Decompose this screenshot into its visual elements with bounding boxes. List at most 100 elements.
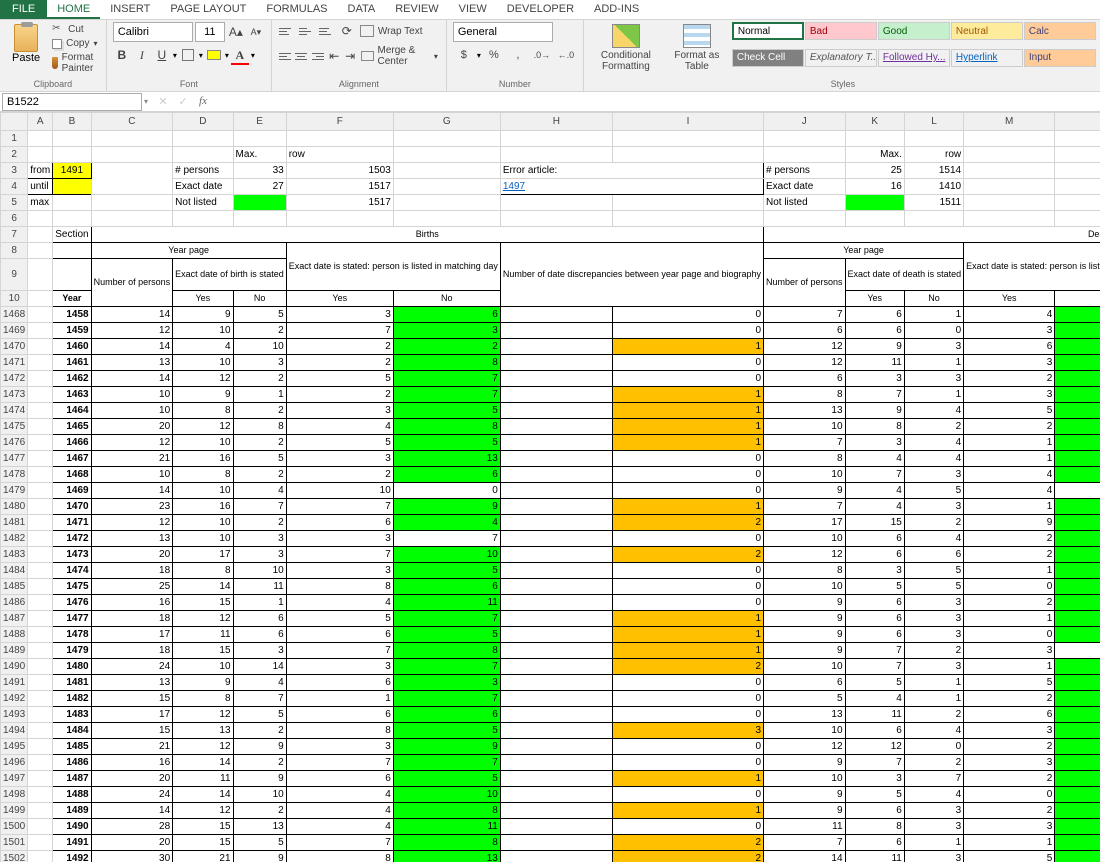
cell[interactable]: 10 xyxy=(764,579,846,595)
cell[interactable]: 0 xyxy=(612,451,763,467)
col-header-F[interactable]: F xyxy=(286,113,393,131)
cell[interactable] xyxy=(500,339,612,355)
col-header-K[interactable]: K xyxy=(845,113,904,131)
decrease-font-icon[interactable]: A▾ xyxy=(247,23,265,41)
cell[interactable]: Exact date is stated: person is listed i… xyxy=(286,243,500,291)
cell[interactable]: 3 xyxy=(233,355,286,371)
cell[interactable]: 1 xyxy=(904,675,963,691)
cell[interactable] xyxy=(28,659,53,675)
cell[interactable]: 4 xyxy=(1055,531,1100,547)
cell[interactable]: 1490 xyxy=(53,819,91,835)
cell[interactable] xyxy=(500,787,612,803)
cell[interactable]: 21 xyxy=(91,451,173,467)
cell[interactable]: 8 xyxy=(173,563,233,579)
cell[interactable] xyxy=(500,803,612,819)
row-header[interactable]: 1470 xyxy=(1,339,28,355)
style-explanatory[interactable]: Explanatory T... xyxy=(805,49,877,67)
cell[interactable]: 7 xyxy=(764,307,846,323)
ribbon-tab-file[interactable]: FILE xyxy=(0,0,47,19)
cell[interactable]: 10 xyxy=(1055,739,1100,755)
cell[interactable]: 1 xyxy=(612,771,763,787)
cell[interactable]: 3 xyxy=(393,675,500,691)
cell[interactable] xyxy=(845,131,904,147)
cell[interactable]: 5 xyxy=(1055,707,1100,723)
row-header[interactable]: 1469 xyxy=(1,323,28,339)
ribbon-tab-formulas[interactable]: FORMULAS xyxy=(256,0,337,19)
cell[interactable]: 9 xyxy=(764,755,846,771)
cell[interactable]: 1 xyxy=(612,499,763,515)
cell[interactable] xyxy=(28,563,53,579)
format-as-table-button[interactable]: Format as Table xyxy=(666,22,728,74)
cell[interactable] xyxy=(28,547,53,563)
cell[interactable] xyxy=(28,515,53,531)
cell[interactable]: 10 xyxy=(286,483,393,499)
cell[interactable]: 0 xyxy=(612,595,763,611)
cell[interactable]: 3 xyxy=(964,643,1055,659)
cell[interactable]: 14 xyxy=(233,659,286,675)
cell[interactable]: 8 xyxy=(764,563,846,579)
cell[interactable]: 27 xyxy=(233,179,286,195)
ribbon-tab-insert[interactable]: INSERT xyxy=(100,0,160,19)
cell[interactable]: 5 xyxy=(964,675,1055,691)
cell[interactable]: 15 xyxy=(91,691,173,707)
ribbon-tab-data[interactable]: DATA xyxy=(338,0,386,19)
cell[interactable]: 6 xyxy=(393,307,500,323)
cell[interactable]: 3 xyxy=(286,563,393,579)
cell[interactable] xyxy=(764,147,846,163)
cell[interactable]: 3 xyxy=(904,339,963,355)
cell[interactable] xyxy=(28,387,53,403)
cell[interactable]: 2 xyxy=(233,515,286,531)
cell[interactable] xyxy=(28,467,53,483)
copy-button[interactable]: Copy▾ xyxy=(50,37,100,50)
cell[interactable]: 13 xyxy=(233,819,286,835)
cell[interactable]: 4 xyxy=(286,819,393,835)
cell[interactable]: 2 xyxy=(1055,307,1100,323)
cell[interactable]: 0 xyxy=(612,691,763,707)
cell[interactable]: 5 xyxy=(764,691,846,707)
cell[interactable]: 0 xyxy=(612,755,763,771)
cell[interactable]: 0 xyxy=(612,707,763,723)
cell[interactable]: 1459 xyxy=(53,323,91,339)
cell[interactable]: 24 xyxy=(91,659,173,675)
cell[interactable]: 8 xyxy=(286,851,393,863)
cell[interactable]: 2 xyxy=(233,323,286,339)
cell[interactable]: Yes xyxy=(845,291,904,307)
cell[interactable]: 3 xyxy=(904,851,963,863)
cell[interactable]: 3 xyxy=(233,547,286,563)
cell[interactable]: 4 xyxy=(964,467,1055,483)
cell[interactable] xyxy=(173,131,233,147)
cell[interactable] xyxy=(845,195,904,211)
cell[interactable] xyxy=(28,707,53,723)
row-header[interactable]: 1485 xyxy=(1,579,28,595)
cell[interactable] xyxy=(500,195,612,211)
cell[interactable] xyxy=(500,611,612,627)
align-middle-button[interactable] xyxy=(298,23,316,39)
cell[interactable]: 1 xyxy=(964,435,1055,451)
cell[interactable]: 10 xyxy=(233,787,286,803)
cell[interactable]: 5 xyxy=(233,451,286,467)
cell[interactable] xyxy=(500,131,612,147)
cell[interactable]: 10 xyxy=(764,531,846,547)
cell[interactable] xyxy=(500,467,612,483)
row-header[interactable]: 1471 xyxy=(1,355,28,371)
style-input[interactable]: Input xyxy=(1024,49,1096,67)
cell[interactable]: Not listed xyxy=(764,195,846,211)
cell[interactable]: 1 xyxy=(612,339,763,355)
cell[interactable] xyxy=(28,339,53,355)
cell[interactable]: 8 xyxy=(233,419,286,435)
cell[interactable] xyxy=(904,211,963,227)
cell[interactable] xyxy=(28,771,53,787)
cell[interactable] xyxy=(500,483,612,499)
border-button[interactable] xyxy=(179,46,197,64)
cell[interactable]: 4 xyxy=(286,803,393,819)
cell[interactable]: 3 xyxy=(964,387,1055,403)
cell[interactable]: 1481 xyxy=(53,675,91,691)
cell[interactable]: 1 xyxy=(612,419,763,435)
cell[interactable]: 1 xyxy=(904,387,963,403)
cell[interactable]: Number of persons xyxy=(91,259,173,307)
cell[interactable]: 15 xyxy=(845,515,904,531)
cell[interactable]: 10 xyxy=(173,659,233,675)
cell[interactable]: Exact date xyxy=(173,179,233,195)
cell[interactable]: Yes xyxy=(286,291,393,307)
ribbon-tab-review[interactable]: REVIEW xyxy=(385,0,448,19)
